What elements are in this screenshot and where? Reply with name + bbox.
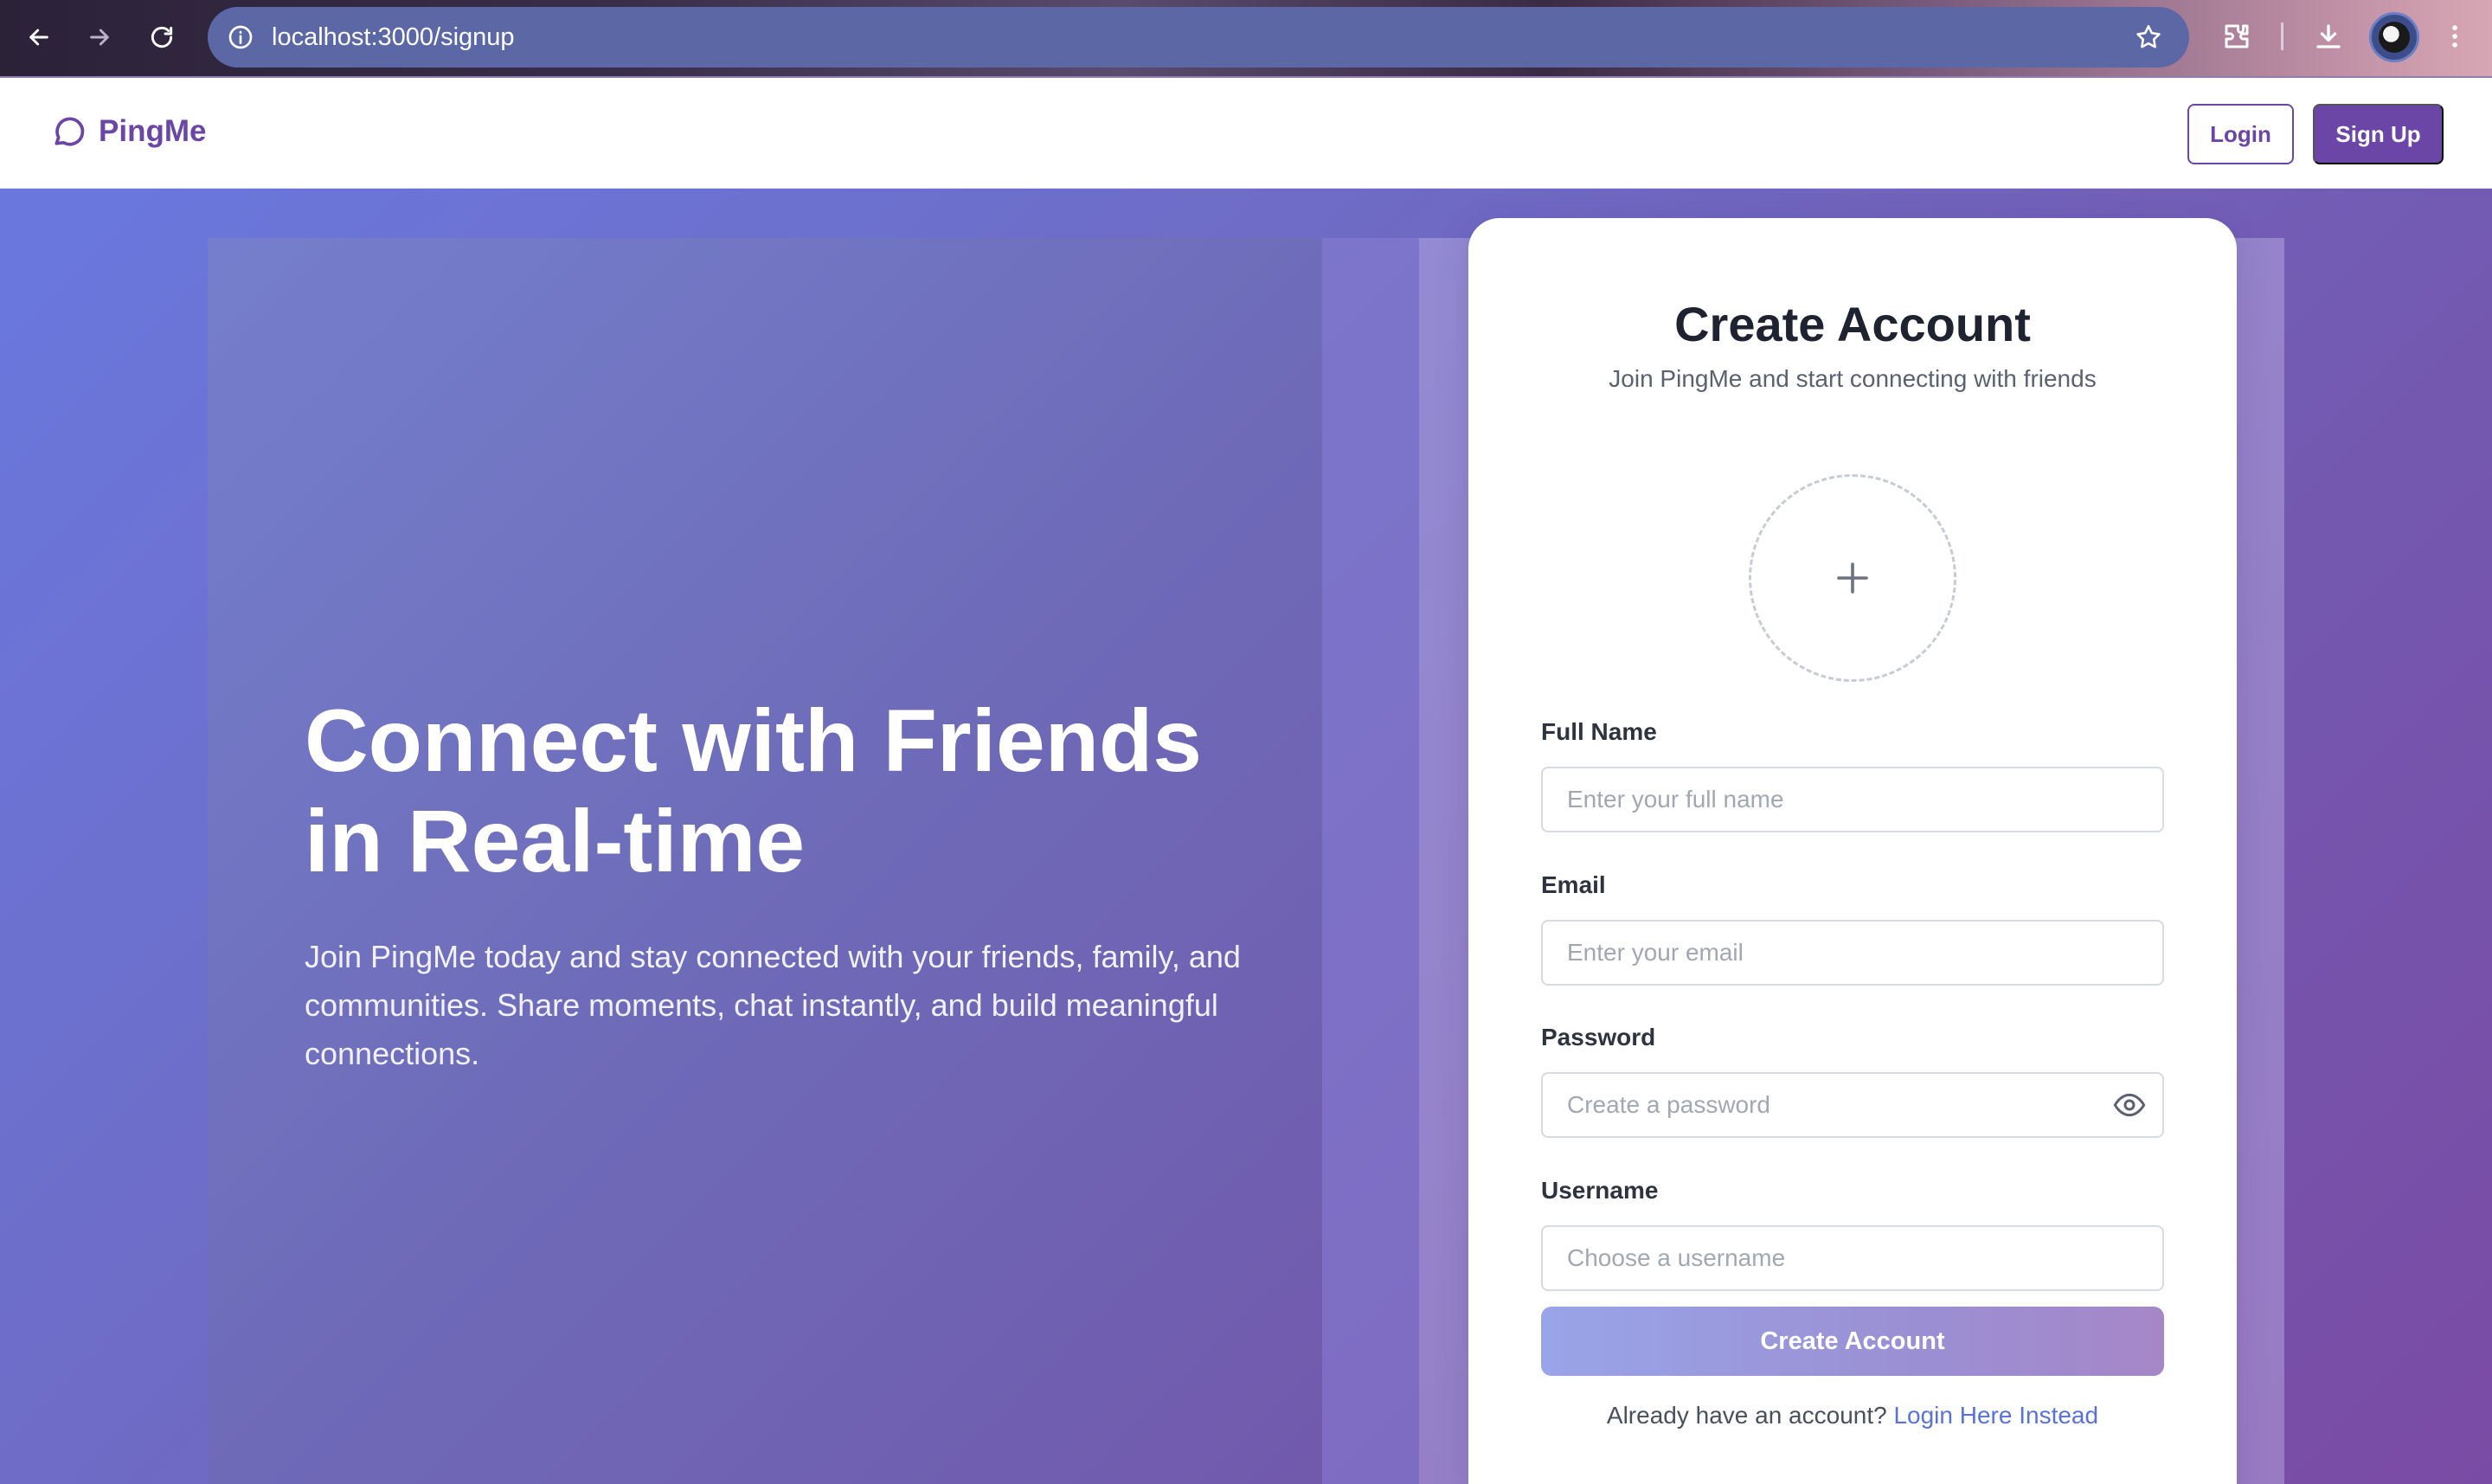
- email-input[interactable]: [1541, 920, 2164, 986]
- address-bar[interactable]: localhost:3000/signup: [208, 7, 2189, 67]
- email-label: Email: [1541, 871, 1606, 898]
- username-label: Username: [1541, 1177, 1659, 1204]
- reload-icon[interactable]: [140, 16, 183, 59]
- card-title: Create Account: [1674, 297, 2031, 351]
- card-subtitle: Join PingMe and start connecting with fr…: [1609, 365, 2097, 392]
- username-input[interactable]: [1541, 1225, 2164, 1291]
- site-info-icon[interactable]: [225, 22, 256, 53]
- hero-description: Join PingMe today and stay connected wit…: [305, 939, 1241, 1071]
- profile-avatar[interactable]: [2369, 12, 2419, 62]
- login-prompt: Already have an account? Login Here Inst…: [1468, 1402, 2237, 1429]
- chat-bubble-icon: [55, 117, 85, 146]
- app-header: PingMe Login Sign Up: [0, 78, 2492, 189]
- login-prompt-text: Already have an account?: [1606, 1402, 1887, 1429]
- show-password-eye-icon[interactable]: [2110, 1086, 2148, 1124]
- forward-arrow-icon[interactable]: [78, 16, 121, 59]
- signup-card: Create Account Join PingMe and start con…: [1468, 218, 2237, 1484]
- menu-dots-icon[interactable]: [2437, 19, 2472, 54]
- login-button[interactable]: Login: [2187, 104, 2294, 164]
- brand-logo[interactable]: PingMe: [50, 112, 206, 151]
- toolbar-divider: [2281, 22, 2283, 50]
- browser-toolbar: localhost:3000/signup: [0, 0, 2492, 78]
- bookmark-star-icon[interactable]: [2134, 22, 2163, 52]
- password-input[interactable]: [1541, 1072, 2164, 1138]
- hero-section: Connect with Friends in Real-time Join P…: [0, 189, 2492, 1484]
- download-icon[interactable]: [2311, 19, 2346, 54]
- avatar-upload[interactable]: [1749, 474, 1956, 682]
- url-text[interactable]: localhost:3000/signup: [272, 23, 515, 52]
- full-name-input[interactable]: [1541, 767, 2164, 832]
- hero-divider-panel: [1322, 238, 1419, 1484]
- signup-button[interactable]: Sign Up: [2313, 104, 2444, 164]
- plus-icon: [1837, 562, 1868, 594]
- back-arrow-icon[interactable]: [17, 16, 61, 59]
- brand-name: PingMe: [99, 114, 207, 148]
- password-label: Password: [1541, 1024, 1656, 1050]
- create-account-button[interactable]: Create Account: [1541, 1307, 2164, 1376]
- login-here-link[interactable]: Login Here Instead: [1893, 1402, 2098, 1429]
- extensions-icon[interactable]: [2219, 19, 2254, 54]
- full-name-label: Full Name: [1541, 718, 1657, 745]
- hero-title: Connect with Friends in Real-time: [305, 691, 1203, 890]
